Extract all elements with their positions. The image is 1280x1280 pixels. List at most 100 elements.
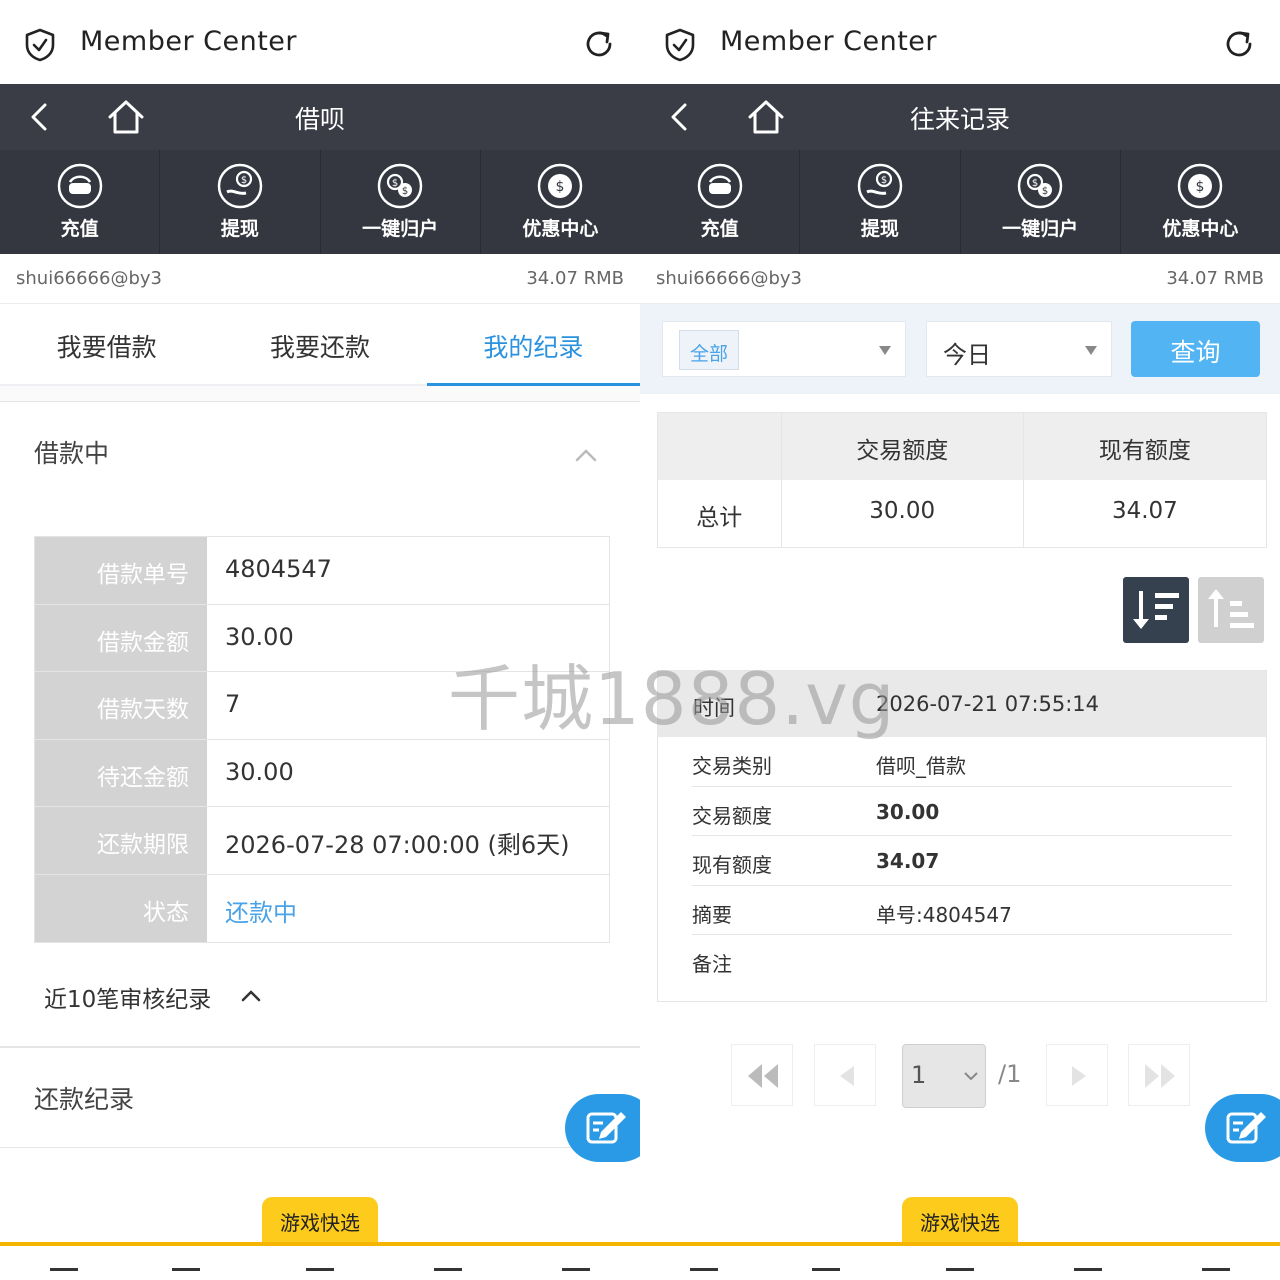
detail-row: 状态 还款中: [35, 874, 609, 942]
query-button[interactable]: 查询: [1131, 321, 1260, 377]
user-row: shui66666@by3 34.07 RMB: [0, 254, 640, 304]
tab-bar: 我要借款 我要还款 我的纪录: [0, 304, 640, 386]
detail-value: 2026-07-28 07:00:00 (剩6天): [207, 807, 609, 874]
filter-bar: 全部 今日 查询: [640, 304, 1280, 394]
edit-fab-button[interactable]: [565, 1094, 640, 1162]
game-quick-pick-button[interactable]: 游戏快选: [262, 1197, 378, 1245]
nav-home-icon[interactable]: [946, 1268, 974, 1280]
chevron-up-icon[interactable]: [240, 988, 262, 1002]
svg-text:$: $: [556, 179, 565, 195]
record-label: 现有额度: [692, 853, 772, 877]
nav-forward-icon[interactable]: [812, 1268, 840, 1280]
record-row: 备注: [692, 935, 1232, 985]
detail-row: 待还金额 30.00: [35, 739, 609, 807]
nav-tabs-icon[interactable]: [1074, 1268, 1102, 1280]
prev-page-button[interactable]: [814, 1044, 876, 1106]
detail-label: 借款金额: [35, 604, 207, 671]
promotion-button[interactable]: $ 优惠中心: [1121, 150, 1280, 254]
left-triangle-icon: [840, 1066, 854, 1086]
withdraw-label: 提现: [220, 218, 259, 240]
withdraw-label: 提现: [860, 218, 899, 240]
type-select[interactable]: 全部: [662, 321, 906, 377]
withdraw-button[interactable]: $ 提现: [800, 150, 961, 254]
sort-asc-button[interactable]: [1198, 577, 1264, 643]
withdraw-icon: $: [217, 163, 263, 209]
promotion-icon: $: [538, 163, 583, 209]
one-click-return-button[interactable]: $ $ 一键归户: [961, 150, 1121, 254]
game-quick-pick-button[interactable]: 游戏快选: [902, 1197, 1018, 1245]
one-click-return-button[interactable]: $ $ 一键归户: [321, 150, 481, 254]
promotion-label: 优惠中心: [522, 218, 599, 240]
summary-header-row: 交易额度 现有额度: [658, 413, 1266, 480]
one-click-return-label: 一键归户: [362, 218, 439, 240]
deposit-label: 充值: [60, 218, 99, 240]
first-page-button[interactable]: [731, 1044, 793, 1106]
sort-desc-button[interactable]: [1123, 577, 1189, 643]
deposit-label: 充值: [700, 218, 739, 240]
chevron-up-icon: [575, 449, 597, 462]
promotion-button[interactable]: $ 优惠中心: [481, 150, 640, 254]
double-right-icon: [1145, 1064, 1175, 1088]
nav-home-icon[interactable]: [306, 1268, 334, 1280]
svg-text:$: $: [1032, 178, 1038, 189]
status-link[interactable]: 还款中: [207, 874, 609, 942]
reload-icon[interactable]: [1222, 27, 1256, 61]
nav-back-icon[interactable]: [690, 1268, 718, 1280]
page-total: /1: [998, 1060, 1022, 1088]
detail-label: 还款期限: [35, 807, 207, 874]
caret-down-icon: [879, 346, 891, 355]
nav-tabs-icon[interactable]: [434, 1268, 462, 1280]
browser-title: Member Center: [80, 26, 298, 57]
borrowing-section-header[interactable]: 借款中: [0, 412, 640, 492]
sort-asc-icon: [1208, 589, 1254, 628]
reload-icon[interactable]: [582, 27, 616, 61]
page-select[interactable]: 1: [902, 1044, 986, 1108]
summary-header-cell: 现有额度: [1098, 438, 1191, 464]
summary-header-cell: [658, 413, 782, 480]
tab-repay[interactable]: 我要还款: [213, 304, 426, 384]
username: shui66666@by3: [16, 268, 162, 289]
summary-table: 交易额度 现有额度 总计 30.00 34.07: [657, 412, 1267, 548]
last-page-button[interactable]: [1128, 1044, 1190, 1106]
edit-fab-button[interactable]: [1205, 1094, 1280, 1162]
detail-label: 借款单号: [35, 537, 207, 604]
bottom-nav: [640, 1246, 1280, 1280]
function-bar: 充值 $ 提现 $ $ 一键归户 $ 优惠中心: [640, 150, 1280, 254]
deposit-button[interactable]: 充值: [0, 150, 161, 254]
date-select[interactable]: 今日: [926, 321, 1112, 377]
next-page-button[interactable]: [1046, 1044, 1108, 1106]
deposit-button[interactable]: 充值: [640, 150, 801, 254]
right-triangle-icon: [1072, 1066, 1086, 1086]
svg-text:$: $: [402, 186, 408, 197]
record-row: 交易额度 30.00: [692, 787, 1232, 836]
shield-check-icon: [25, 28, 55, 62]
repay-section-header[interactable]: 还款纪录: [0, 1058, 640, 1138]
withdraw-button[interactable]: $ 提现: [160, 150, 321, 254]
coins-icon: $$: [1017, 163, 1063, 209]
audit-records-toggle[interactable]: 近10笔审核纪录: [44, 980, 211, 1014]
summary-total-row: 总计 30.00 34.07: [658, 480, 1266, 547]
pagination: 1 /1: [640, 1044, 1280, 1108]
watermark: 千城1888.vg: [448, 657, 896, 741]
deposit-icon: [697, 163, 742, 209]
repay-section-title: 还款纪录: [34, 1085, 135, 1114]
nav-back-icon[interactable]: [50, 1268, 78, 1280]
bottom-nav: [0, 1246, 640, 1280]
detail-label: 状态: [35, 874, 207, 942]
tab-my-records[interactable]: 我的纪录: [426, 304, 640, 386]
summary-header-cell: 交易额度: [782, 413, 1024, 480]
tab-borrow[interactable]: 我要借款: [0, 304, 213, 384]
page-title: 借呗: [294, 105, 345, 134]
svg-text:$: $: [881, 175, 887, 186]
record-label: 交易额度: [692, 803, 772, 828]
function-bar: 充值 $ 提现 $ $ 一键归户 $ 优惠中心: [0, 150, 640, 254]
nav-menu-icon[interactable]: [562, 1268, 590, 1280]
record-label: 交易类别: [692, 754, 772, 778]
page-title: 往来记录: [909, 105, 1010, 134]
nav-forward-icon[interactable]: [172, 1268, 200, 1280]
nav-menu-icon[interactable]: [1202, 1268, 1230, 1280]
sort-desc-icon: [1133, 591, 1179, 629]
record-row: 摘要 单号:4804547: [692, 886, 1232, 935]
svg-text:$: $: [392, 178, 398, 189]
promotion-label: 优惠中心: [1162, 218, 1239, 240]
